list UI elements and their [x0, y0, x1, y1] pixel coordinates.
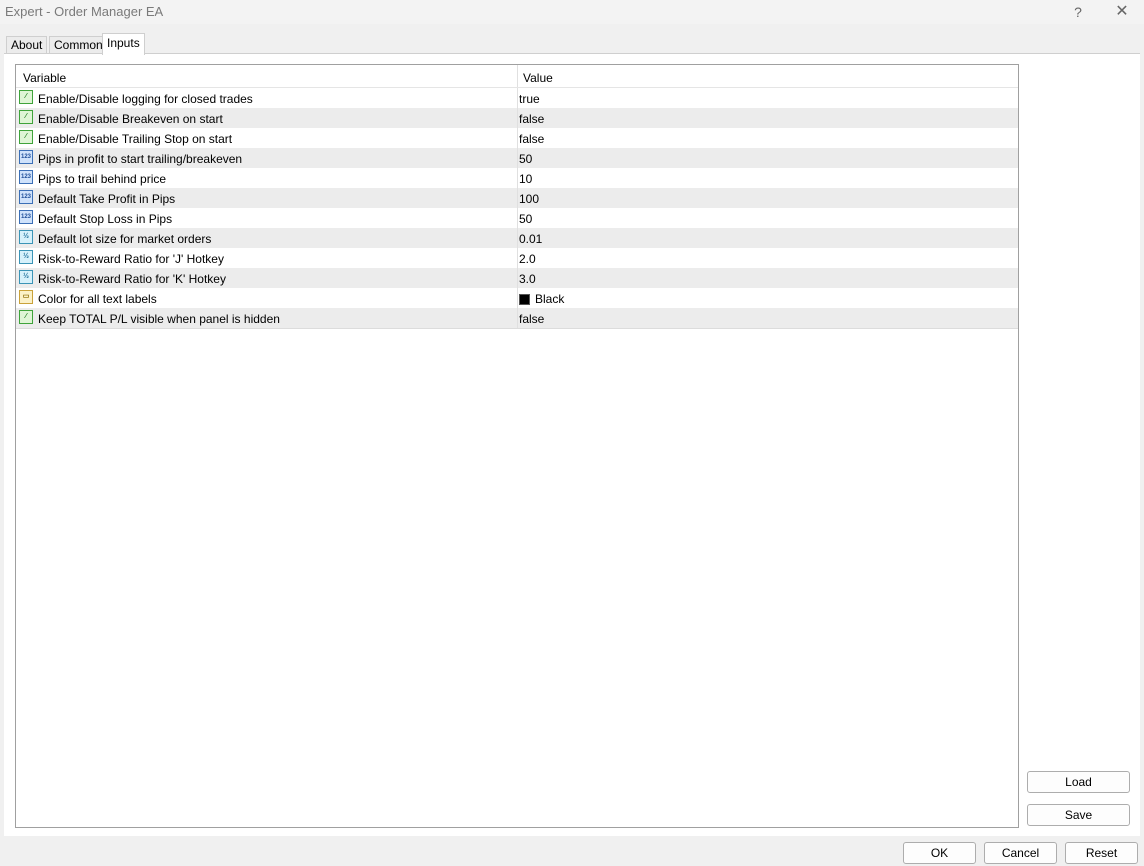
table-row[interactable]: ⁄ Keep TOTAL P/L visible when panel is hi…: [16, 308, 1018, 329]
table-row[interactable]: 123 Pips in profit to start trailing/brea…: [16, 148, 1018, 169]
variable-name: Enable/Disable Breakeven on start: [38, 112, 223, 126]
value-text: 3.0: [519, 272, 536, 286]
table-row[interactable]: ⁄ Enable/Disable logging for closed trade…: [16, 88, 1018, 109]
save-button[interactable]: Save: [1027, 804, 1130, 826]
variable-name: Keep TOTAL P/L visible when panel is hid…: [38, 312, 280, 326]
value-text: Black: [535, 292, 565, 306]
table-row[interactable]: ⁄ Enable/Disable Trailing Stop on start fa…: [16, 128, 1018, 149]
value-cell[interactable]: 10: [519, 172, 532, 186]
int-icon: 123: [19, 210, 33, 224]
cell-divider: [517, 188, 518, 208]
variable-name: Pips to trail behind price: [38, 172, 167, 186]
value-cell[interactable]: true: [519, 92, 540, 106]
cell-divider: [517, 248, 518, 268]
variable-name: Risk-to-Reward Ratio for 'K' Hotkey: [38, 272, 226, 286]
variable-name: Default Take Profit in Pips: [38, 192, 176, 206]
value-cell[interactable]: 2.0: [519, 252, 536, 266]
value-cell[interactable]: 50: [519, 152, 532, 166]
value-text: 2.0: [519, 252, 536, 266]
variable-name: Default lot size for market orders: [38, 232, 212, 246]
value-text: 0.01: [519, 232, 543, 246]
cell-divider: [517, 128, 518, 148]
table-row[interactable]: 123 Pips to trail behind price 10: [16, 168, 1018, 189]
value-text: false: [519, 312, 545, 326]
cell-divider: [517, 308, 518, 328]
cancel-button[interactable]: Cancel: [984, 842, 1057, 864]
window-title: Expert - Order Manager EA: [5, 4, 164, 19]
value-text: true: [519, 92, 540, 106]
table-row[interactable]: ½ Risk-to-Reward Ratio for 'K' Hotkey 3.0: [16, 268, 1018, 289]
cell-divider: [517, 228, 518, 248]
cell-divider: [517, 288, 518, 308]
help-button[interactable]: ?: [1063, 2, 1093, 22]
value-cell[interactable]: 3.0: [519, 272, 536, 286]
close-button[interactable]: ✕: [1107, 2, 1137, 22]
double-icon: ½: [19, 270, 33, 284]
ok-button[interactable]: OK: [903, 842, 976, 864]
int-icon: 123: [19, 190, 33, 204]
value-cell[interactable]: Black: [519, 292, 564, 306]
bool-icon: ⁄: [19, 90, 33, 104]
inputs-panel: Variable Value ⁄ Enable/Disable logging f…: [4, 53, 1140, 836]
value-text: false: [519, 112, 545, 126]
table-row[interactable]: ½ Default lot size for market orders 0.01: [16, 228, 1018, 249]
tab-about[interactable]: About: [6, 36, 48, 54]
value-cell[interactable]: 50: [519, 212, 532, 226]
value-text: false: [519, 132, 545, 146]
load-button[interactable]: Load: [1027, 771, 1130, 793]
variable-name: Enable/Disable logging for closed trades: [38, 92, 253, 106]
value-cell[interactable]: 100: [519, 192, 539, 206]
variable-name: Risk-to-Reward Ratio for 'J' Hotkey: [38, 252, 224, 266]
table-row[interactable]: 123 Default Stop Loss in Pips 50: [16, 208, 1018, 229]
bool-icon: ⁄: [19, 110, 33, 124]
column-header-variable[interactable]: Variable: [23, 71, 66, 85]
bool-icon: ⁄: [19, 130, 33, 144]
table-row[interactable]: ▭ Color for all text labels Black: [16, 288, 1018, 309]
variable-name: Pips in profit to start trailing/breakev…: [38, 152, 243, 166]
tab-common[interactable]: Common: [49, 36, 108, 54]
value-cell[interactable]: false: [519, 112, 544, 126]
int-icon: 123: [19, 150, 33, 164]
cell-divider: [517, 168, 518, 188]
table-row[interactable]: 123 Default Take Profit in Pips 100: [16, 188, 1018, 209]
color-icon: ▭: [19, 290, 33, 304]
double-icon: ½: [19, 230, 33, 244]
cell-divider: [517, 268, 518, 288]
cell-divider: [517, 88, 518, 108]
variable-name: Enable/Disable Trailing Stop on start: [38, 132, 233, 146]
cell-divider: [517, 208, 518, 228]
bool-icon: ⁄: [19, 310, 33, 324]
column-header-value[interactable]: Value: [523, 71, 553, 85]
table-row[interactable]: ½ Risk-to-Reward Ratio for 'J' Hotkey 2.0: [16, 248, 1018, 269]
cell-divider: [517, 148, 518, 168]
cell-divider: [517, 108, 518, 128]
value-cell[interactable]: false: [519, 312, 544, 326]
variable-name: Default Stop Loss in Pips: [38, 212, 173, 226]
value-text: 50: [519, 212, 533, 226]
reset-button[interactable]: Reset: [1065, 842, 1138, 864]
color-swatch: [519, 294, 530, 305]
value-cell[interactable]: 0.01: [519, 232, 542, 246]
table-row[interactable]: ⁄ Enable/Disable Breakeven on start false: [16, 108, 1018, 129]
inputs-grid[interactable]: Variable Value ⁄ Enable/Disable logging f…: [15, 64, 1019, 828]
grid-header: Variable Value: [16, 65, 1018, 88]
value-cell[interactable]: false: [519, 132, 544, 146]
double-icon: ½: [19, 250, 33, 264]
column-divider[interactable]: [517, 65, 518, 87]
variable-name: Color for all text labels: [38, 292, 157, 306]
value-text: 100: [519, 192, 540, 206]
value-text: 50: [519, 152, 533, 166]
value-text: 10: [519, 172, 533, 186]
int-icon: 123: [19, 170, 33, 184]
title-bar: Expert - Order Manager EA ? ✕: [0, 0, 1144, 24]
tab-inputs[interactable]: Inputs: [102, 33, 145, 55]
